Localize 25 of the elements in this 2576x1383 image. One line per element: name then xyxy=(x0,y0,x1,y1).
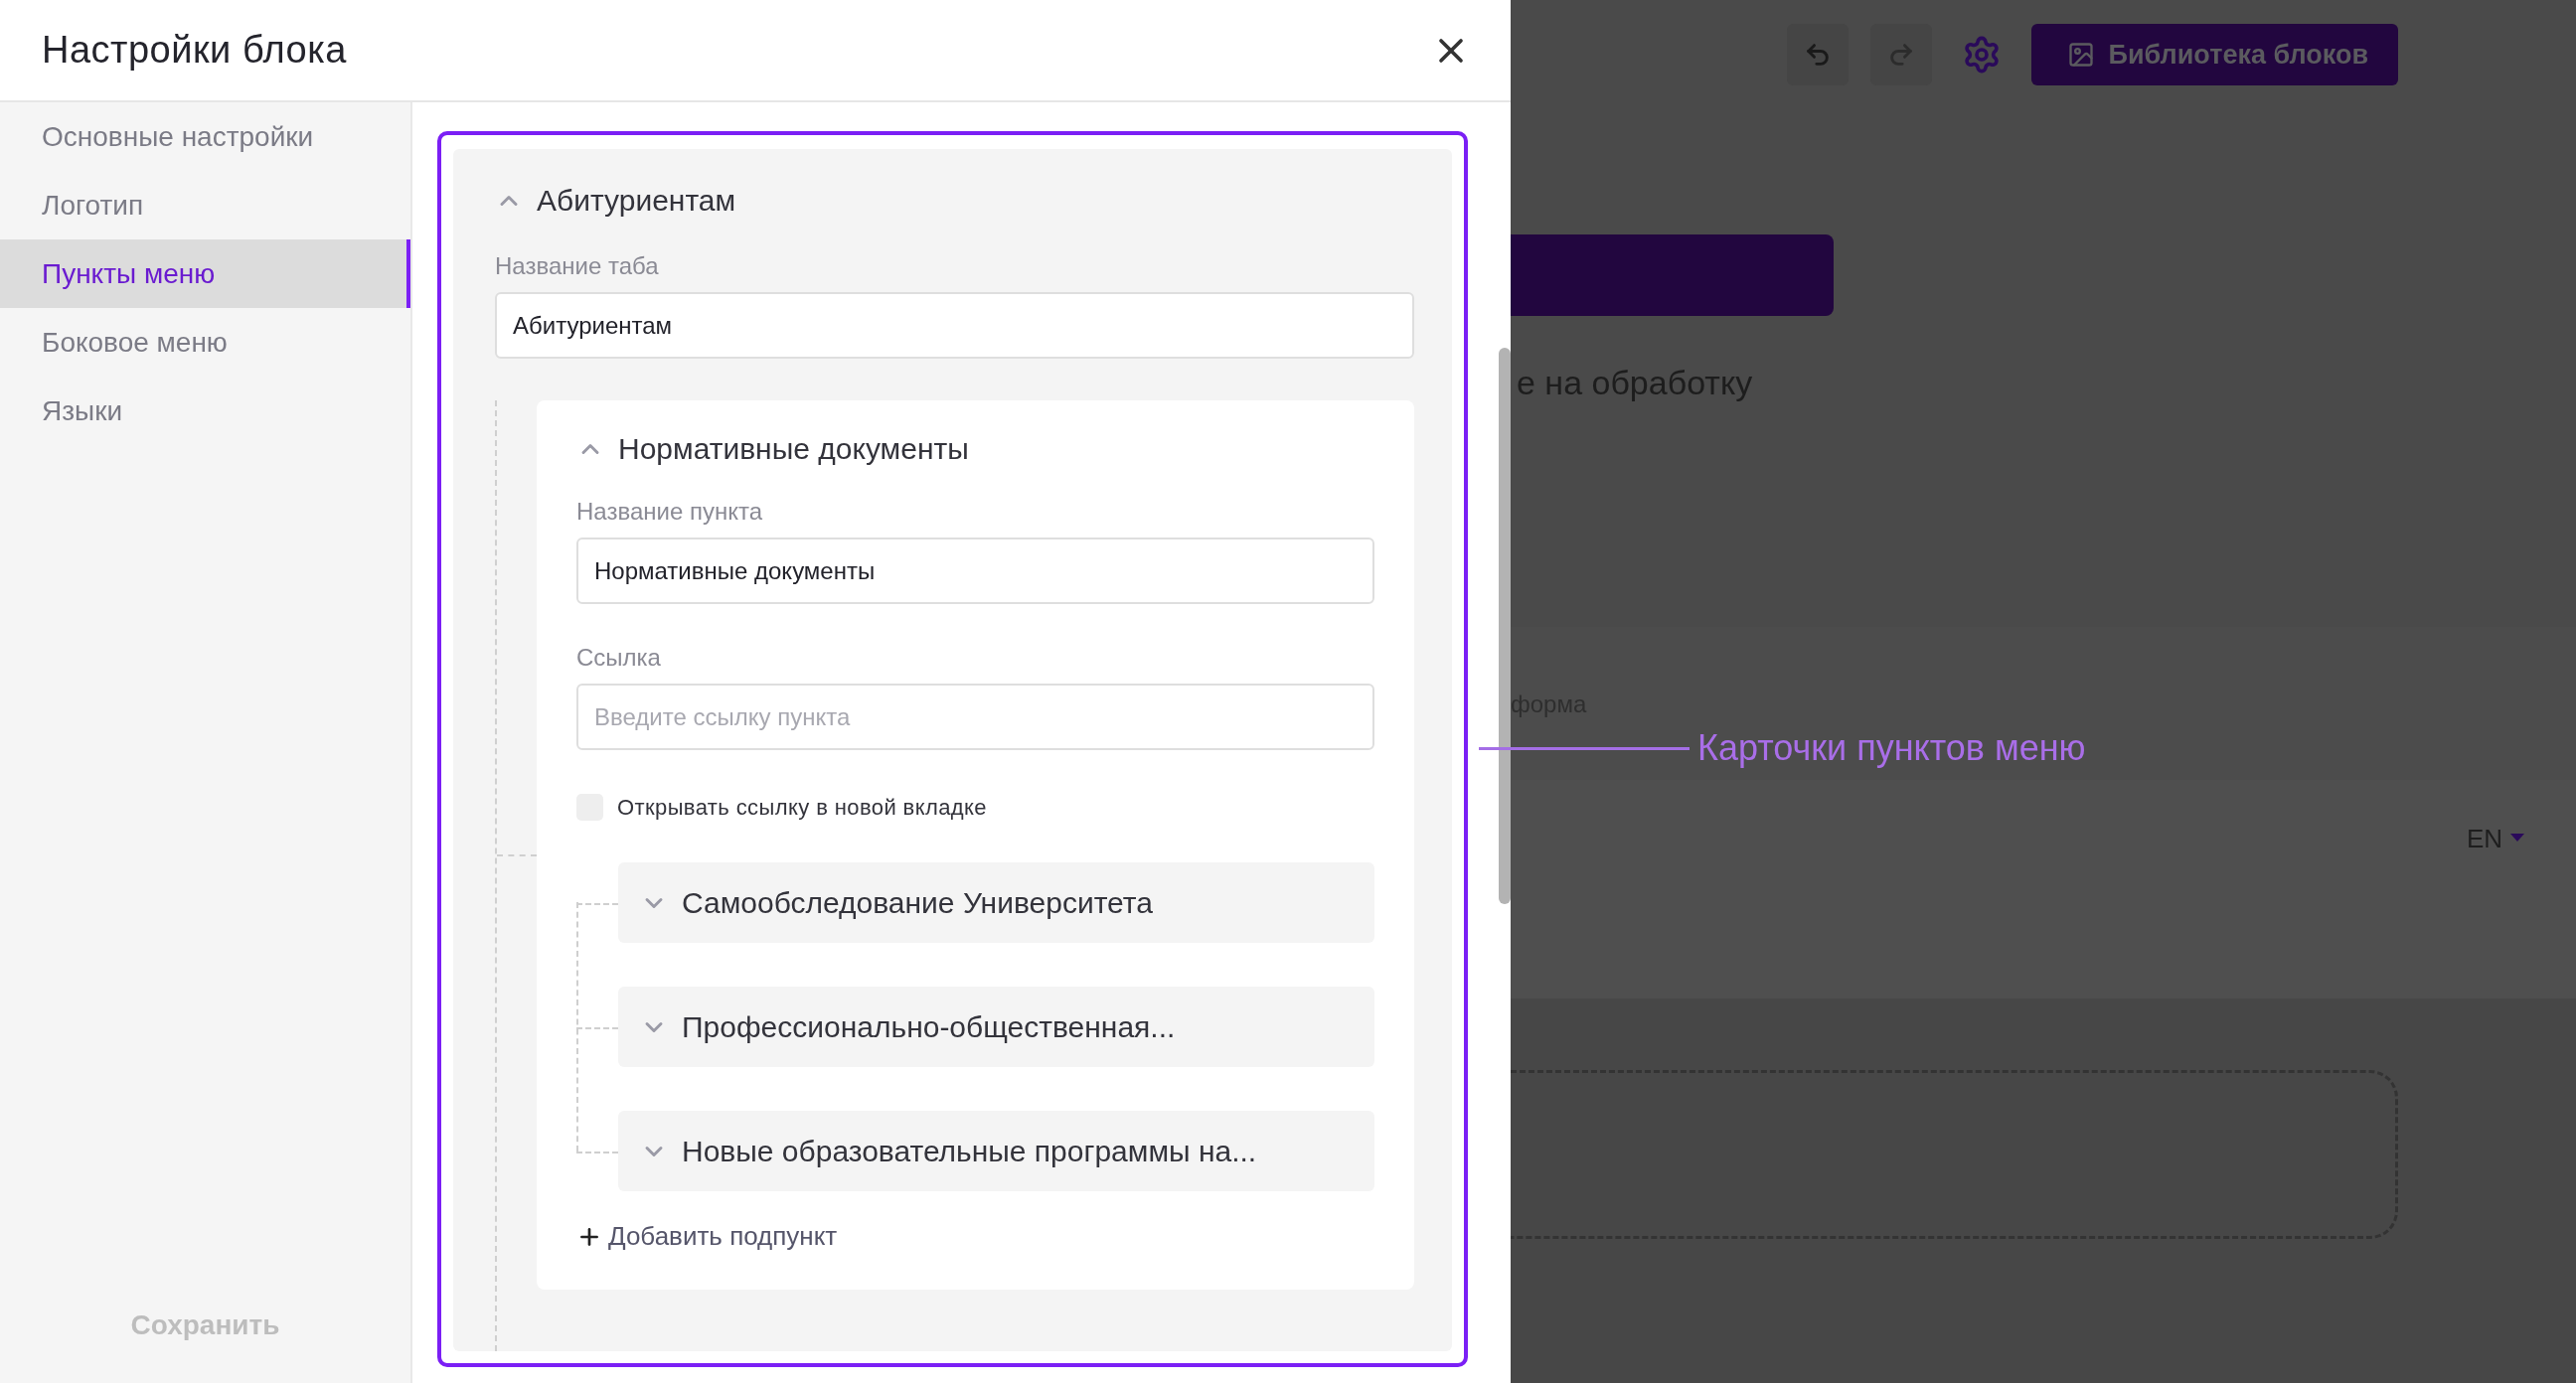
checkbox-label: Открывать ссылку в новой вкладке xyxy=(617,794,987,821)
tab-header[interactable]: Абитуриентам xyxy=(495,149,1414,252)
modal-title: Настройки блока xyxy=(42,29,347,72)
field-label: Название таба xyxy=(495,252,660,280)
subitem-card[interactable]: Самообследование Университета xyxy=(618,862,1374,943)
image-icon xyxy=(2066,41,2095,69)
sidebar-item[interactable]: Боковое меню xyxy=(0,308,410,377)
undo-icon[interactable] xyxy=(1786,24,1849,85)
sidebar-item[interactable]: Языки xyxy=(0,377,410,445)
input-field[interactable]: Нормативные документы xyxy=(576,538,1374,604)
scrollbar-thumb[interactable] xyxy=(1499,348,1511,904)
menu-item-header[interactable]: Нормативные документы xyxy=(576,400,1374,498)
field-label: Ссылка xyxy=(576,644,662,672)
sidebar-item[interactable]: Логотип xyxy=(0,171,410,239)
redo-icon[interactable] xyxy=(1869,24,1932,85)
input-field[interactable]: Введите ссылку пункта xyxy=(576,684,1374,750)
caret-icon xyxy=(2510,834,2524,842)
subitem-card[interactable]: Профессионально-общественная... xyxy=(618,987,1374,1067)
add-subitem-button[interactable]: Добавить подпункт xyxy=(576,1221,838,1252)
sidebar-item[interactable]: Пункты меню xyxy=(0,239,410,308)
sidebar-item[interactable]: Основные настройки xyxy=(0,102,410,171)
field-label: Название пункта xyxy=(576,498,763,526)
annotation-label: Карточки пунктов меню xyxy=(1697,727,2086,769)
subitem-card[interactable]: Новые образовательные программы на... xyxy=(618,1111,1374,1191)
input-field[interactable]: Абитуриентам xyxy=(495,292,1414,359)
